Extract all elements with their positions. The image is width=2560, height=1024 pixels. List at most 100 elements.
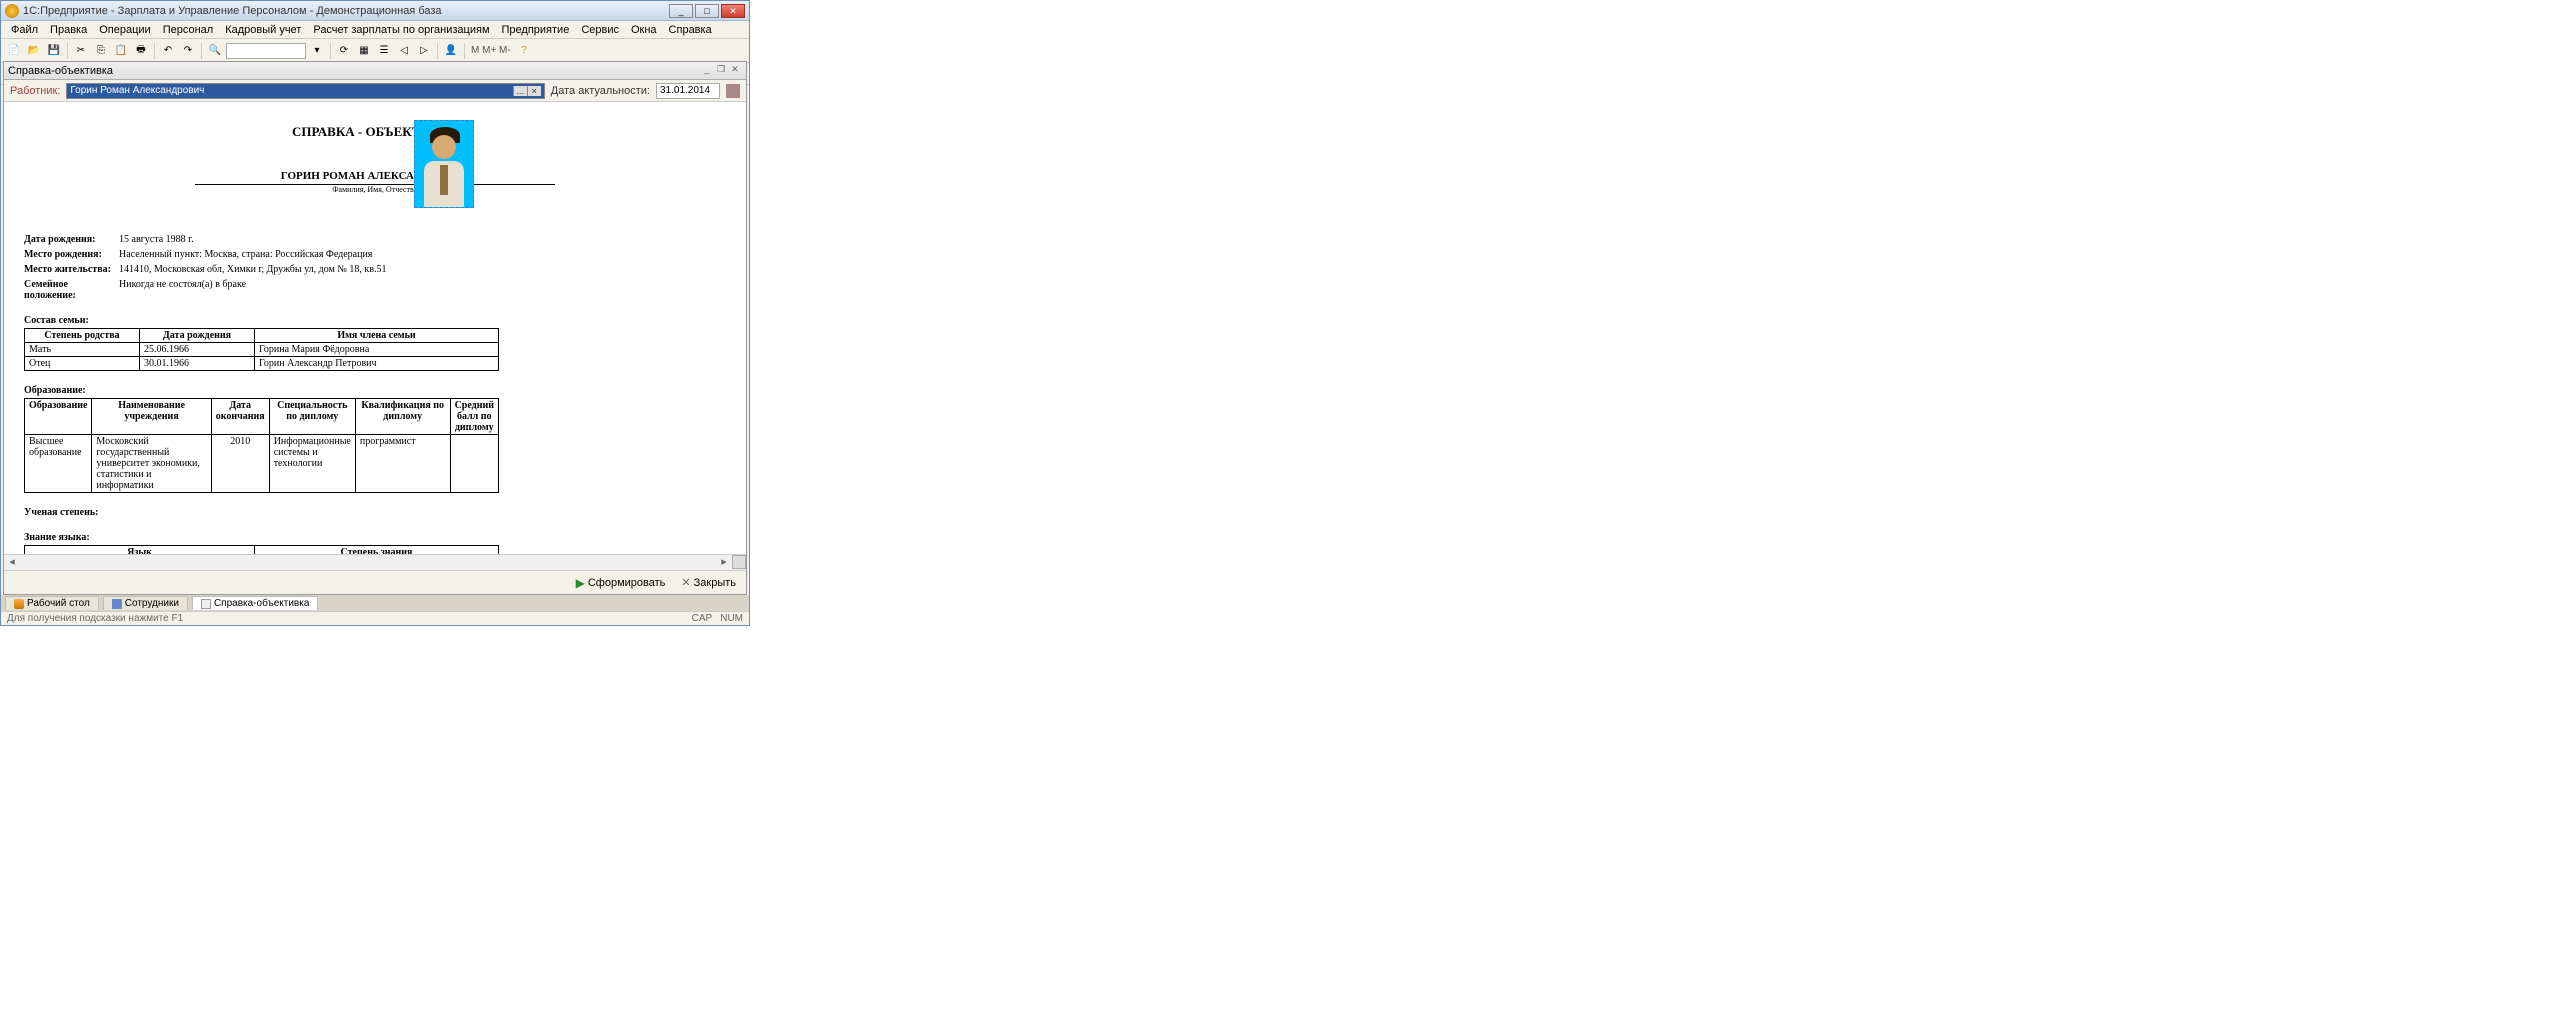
birth-date-label: Дата рождения: (24, 234, 119, 245)
employee-value: Горин Роман Александрович (70, 85, 512, 96)
prev-icon[interactable]: ◁ (395, 42, 413, 60)
education-table: Образование Наименование учреждения Дата… (24, 398, 499, 493)
col-lang: Язык (25, 546, 255, 555)
horizontal-scrollbar[interactable]: ◂ ▸ (4, 554, 746, 570)
clear-button[interactable]: × (527, 86, 541, 96)
filter-row: Работник: Горин Роман Александрович ... … (4, 80, 746, 102)
employee-name: ГОРИН РОМАН АЛЕКСАНДРОВИЧ (195, 170, 555, 185)
report-window: Справка-объективка _ ❐ ✕ Работник: Горин… (3, 61, 747, 595)
report-close-button[interactable]: ✕ (728, 64, 742, 78)
col-name: Имя члена семьи (255, 329, 499, 343)
menu-help[interactable]: Справка (663, 22, 718, 38)
toolbar-search-input[interactable] (226, 43, 306, 59)
tab-report-label: Справка-объективка (214, 598, 309, 609)
title-bar: 1С:Предприятие - Зарплата и Управление П… (1, 1, 749, 21)
select-button[interactable]: ... (513, 86, 527, 96)
generate-button[interactable]: ▶Сформировать (572, 574, 670, 592)
language-header: Знание языка: (24, 532, 726, 543)
help-icon[interactable]: ? (515, 42, 533, 60)
employees-icon (112, 599, 122, 609)
close-icon: ✕ (681, 576, 690, 589)
report-title-bar: Справка-объективка _ ❐ ✕ (4, 62, 746, 80)
print-icon[interactable]: 🖶 (132, 42, 150, 60)
menu-windows[interactable]: Окна (625, 22, 663, 38)
maximize-button[interactable]: □ (695, 4, 719, 18)
menu-service[interactable]: Сервис (575, 22, 625, 38)
find-icon[interactable]: 🔍 (206, 42, 224, 60)
employee-photo (414, 120, 474, 208)
paste-icon[interactable]: 📋 (112, 42, 130, 60)
menu-hr[interactable]: Кадровый учет (219, 22, 307, 38)
residence-label: Место жительства: (24, 264, 119, 275)
table-header-row: Степень родства Дата рождения Имя члена … (25, 329, 499, 343)
status-bar: Для получения подсказки нажмите F1 CAP N… (1, 611, 749, 625)
redo-icon[interactable]: ↷ (179, 42, 197, 60)
col-gpa: Средний балл по диплому (450, 399, 498, 435)
name-caption: Фамилия, Имя, Отчество (24, 185, 726, 194)
tab-employees[interactable]: Сотрудники (103, 596, 188, 610)
date-input[interactable] (656, 83, 720, 99)
employee-label: Работник: (10, 85, 60, 97)
new-doc-icon[interactable]: 📄 (5, 42, 23, 60)
window-controls: _ □ ✕ (669, 4, 745, 18)
birth-date: 15 августа 1988 г. (119, 234, 194, 245)
table-row: Высшее образование Московский государств… (25, 435, 499, 493)
toolbar-separator (464, 43, 465, 59)
tab-employees-label: Сотрудники (125, 598, 179, 609)
scroll-left-icon[interactable]: ◂ (4, 555, 20, 570)
close-label: Закрыть (694, 577, 736, 589)
refresh-icon[interactable]: ⟳ (335, 42, 353, 60)
family-header: Состав семьи: (24, 315, 726, 326)
name-block: ГОРИН РОМАН АЛЕКСАНДРОВИЧ Фамилия, Имя, … (24, 170, 726, 194)
tab-desktop[interactable]: Рабочий стол (5, 596, 99, 610)
date-label: Дата актуальности: (551, 85, 650, 97)
language-table: Язык Степень знания АнглийскийЧитает и м… (24, 545, 499, 554)
copy-icon[interactable]: ⎘ (92, 42, 110, 60)
grid-icon[interactable]: ▦ (355, 42, 373, 60)
bottom-tabs: Рабочий стол Сотрудники Справка-объектив… (1, 595, 749, 611)
education-header: Образование: (24, 385, 726, 396)
table-header-row: Язык Степень знания (25, 546, 499, 555)
col-inst: Наименование учреждения (92, 399, 211, 435)
toolbar-separator (67, 43, 68, 59)
marital: Никогда не состоял(а) в браке (119, 279, 246, 301)
report-title: Справка-объективка (8, 65, 700, 77)
close-button[interactable]: ✕ (721, 4, 745, 18)
calendar-icon[interactable] (726, 84, 740, 98)
dropdown-icon[interactable]: ▾ (308, 42, 326, 60)
app-icon (5, 4, 19, 18)
save-icon[interactable]: 💾 (45, 42, 63, 60)
scroll-right-icon[interactable]: ▸ (716, 555, 732, 570)
document: СПРАВКА - ОБЪЕКТИВКА ГОРИН РОМАН АЛЕКСАН… (4, 102, 746, 554)
report-minimize-button[interactable]: _ (700, 64, 714, 78)
col-relation: Степень родства (25, 329, 140, 343)
scroll-track[interactable] (20, 555, 716, 570)
menu-personnel[interactable]: Персонал (157, 22, 220, 38)
menu-payroll[interactable]: Расчет зарплаты по организациям (307, 22, 495, 38)
report-restore-button[interactable]: ❐ (714, 64, 728, 78)
month-toggle[interactable]: M M+ M- (469, 45, 513, 56)
user-icon[interactable]: 👤 (442, 42, 460, 60)
undo-icon[interactable]: ↶ (159, 42, 177, 60)
close-report-button[interactable]: ✕ Закрыть (677, 574, 740, 591)
residence: 141410, Московская обл, Химки г, Дружбы … (119, 264, 386, 275)
table-row: Отец30.01.1966Горин Александр Петрович (25, 357, 499, 371)
minimize-button[interactable]: _ (669, 4, 693, 18)
toolbar-separator (330, 43, 331, 59)
open-icon[interactable]: 📂 (25, 42, 43, 60)
menu-edit[interactable]: Правка (44, 22, 93, 38)
tab-desktop-label: Рабочий стол (27, 598, 90, 609)
props-icon[interactable]: ☰ (375, 42, 393, 60)
cut-icon[interactable]: ✂ (72, 42, 90, 60)
next-icon[interactable]: ▷ (415, 42, 433, 60)
birth-place-label: Место рождения: (24, 249, 119, 260)
employee-input[interactable]: Горин Роман Александрович ... × (66, 83, 544, 99)
col-spec: Специальность по диплому (269, 399, 355, 435)
document-scroll[interactable]: СПРАВКА - ОБЪЕКТИВКА ГОРИН РОМАН АЛЕКСАН… (4, 102, 746, 554)
menu-enterprise[interactable]: Предприятие (496, 22, 576, 38)
menu-file[interactable]: Файл (5, 22, 44, 38)
menu-operations[interactable]: Операции (93, 22, 156, 38)
tab-report[interactable]: Справка-объективка (192, 596, 318, 610)
degree-header: Ученая степень: (24, 507, 726, 518)
action-bar: ▶Сформировать ✕ Закрыть (4, 570, 746, 594)
